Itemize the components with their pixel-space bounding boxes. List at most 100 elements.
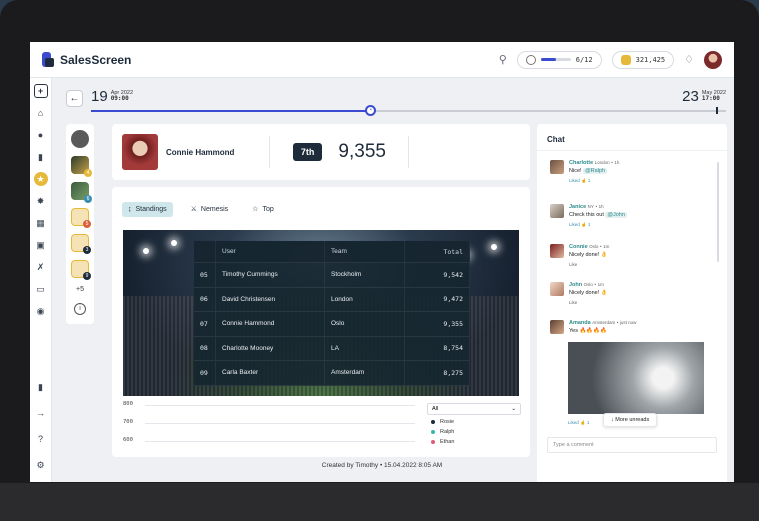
like-button[interactable]: Like [569,262,609,269]
table-row[interactable]: 06 David Christensen London 9,472 [194,287,470,312]
like-button[interactable]: Liked ☝ 1 [569,178,619,185]
goal-progress-text: 6/12 [575,55,593,64]
y-tick-label: 600 [123,437,133,443]
brand-icon[interactable]: ▮ [34,380,48,394]
comment-input[interactable]: Type a comment [547,437,717,453]
message-author[interactable]: John [569,282,582,288]
more-participants[interactable]: +5 [76,286,84,293]
coins-pill[interactable]: 321,425 [611,50,675,69]
message-avatar[interactable] [550,204,564,218]
info-icon[interactable]: i [74,303,86,315]
table-row[interactable]: 09 Carla Baxter Amsterdam 8,275 [194,361,470,386]
participant-avatar[interactable]: 9 [71,260,91,280]
back-button[interactable]: ← [66,90,83,107]
celebrate-icon[interactable]: ✸ [34,194,48,208]
row-team: Amsterdam [325,361,405,385]
help-icon[interactable]: ? [34,432,48,446]
stadium-light [491,244,497,250]
participant-avatar[interactable]: 4 [71,156,92,177]
tab-nemesis[interactable]: ⚔ Nemesis [185,201,235,217]
score-value: 9,355 [338,141,386,162]
table-row[interactable]: 07 Connie Hammond Oslo 9,355 [194,312,470,337]
chat-scrollbar[interactable] [717,162,719,262]
legend-dot [431,420,435,424]
rank-summary: 7th 9,355 [269,136,410,168]
select-value: All [432,406,439,412]
chart-legend: All ⌄ Rosie Ralph Ethan [427,403,521,445]
message-time: 1h [614,160,620,165]
app-name: SalesScreen [60,52,132,67]
message-author[interactable]: Connie [569,244,588,250]
row-total: 8,754 [405,336,470,360]
message-avatar[interactable] [550,160,564,174]
message-author[interactable]: Amanda [569,320,591,326]
coin-icon [620,54,631,65]
score-chart: 800 700 600 [123,401,423,457]
row-rank: 09 [194,361,216,385]
like-button[interactable]: Liked ☝ 1 [568,420,589,426]
calendar-icon[interactable]: ▦ [34,216,48,230]
message-time: 1m [603,244,610,249]
bar-chart-icon[interactable]: ▮ [34,150,48,164]
thumbs-up-icon: ☝ [581,177,587,183]
mention[interactable]: @John [605,211,627,218]
legend-item[interactable]: Ethan [431,439,521,445]
chat-icon[interactable]: ● [34,128,48,142]
add-icon[interactable]: + [33,84,48,98]
thumbs-up-icon: ☝ [580,420,586,425]
participant-avatar[interactable]: 5 [71,208,91,228]
liked-label: Liked [569,221,580,227]
message-text: Nice! [569,167,582,174]
start-time: 09:00 [110,95,129,103]
table-row[interactable]: 05 Timothy Cummings Stockholm 9,542 [194,263,470,288]
like-button[interactable]: Liked ☝ 1 [569,222,627,229]
user-avatar[interactable] [704,50,722,69]
bell-icon[interactable]: ♢ [684,53,694,66]
like-button[interactable]: Like [569,300,608,307]
timeline-track[interactable]: • [91,105,726,116]
goal-progress-pill[interactable]: 6/12 [516,50,602,69]
row-user: David Christensen [216,287,325,311]
table-row[interactable]: 08 Charlotte Mooney LA 8,754 [194,336,470,361]
message-text: Nicely done! 👌 [569,289,608,296]
mention[interactable]: @Ralph [583,167,608,174]
timeline-handle[interactable]: • [365,105,377,116]
left-sidebar: + ⌂ ● ▮ ★ ✸ ▦ ▣ ✗ ▭ ◉ ▮ → ? ⚙ [30,78,52,482]
gift-icon[interactable]: ▣ [34,238,48,252]
series-filter-select[interactable]: All ⌄ [427,403,521,415]
tab-standings[interactable]: ↨ Standings [122,201,173,217]
team-logo[interactable] [71,130,89,148]
message-avatar[interactable] [550,282,564,296]
rank-badge: 7th [292,143,323,161]
lightbulb-icon[interactable]: ◉ [34,304,48,318]
tools-icon[interactable]: ✗ [34,260,48,274]
message-avatar[interactable] [550,244,564,258]
header-user: User [216,241,325,262]
tablet-icon[interactable]: ▭ [34,282,48,296]
liked-label: Liked [568,420,579,425]
tab-top[interactable]: ☆ Top [246,201,280,217]
target-icon [525,54,536,65]
legend-item[interactable]: Rosie [431,419,521,425]
message-gif-image[interactable] [568,342,704,414]
message-location: London [594,160,610,165]
search-icon[interactable]: ⚲ [499,53,507,66]
collapse-icon[interactable]: → [34,406,48,420]
message-avatar[interactable] [550,320,564,334]
end-day: 23 [682,88,699,105]
participant-avatar[interactable]: 3 [71,234,91,254]
more-unreads-button[interactable]: ↓ More unreads [603,413,658,427]
message-location: NY [587,204,594,209]
message-author[interactable]: Charlotte [569,160,593,166]
timeline-end: 23 May 2022 17:00 [682,88,726,105]
app-logo[interactable]: SalesScreen [42,52,131,67]
participant-avatar[interactable]: 6 [71,182,92,203]
legend-label: Ralph [440,429,455,435]
message-text: Nicely done! 👌 [569,251,608,258]
trophy-icon[interactable]: ★ [33,172,48,186]
end-time: 17:00 [701,95,720,103]
legend-item[interactable]: Ralph [431,429,521,435]
profile-name: Connie Hammond [166,147,235,157]
message-author[interactable]: Janice [569,204,586,210]
home-icon[interactable]: ⌂ [34,106,48,120]
